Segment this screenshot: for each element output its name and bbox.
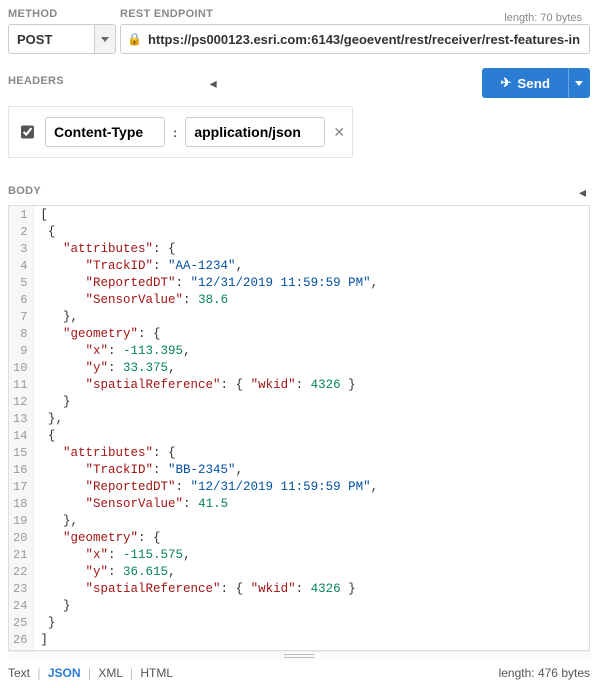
body-code[interactable]: [ { "attributes": { "TrackID": "AA-1234"… (40, 207, 583, 649)
endpoint-length-label: length: 70 bytes (504, 12, 582, 24)
format-tab-xml[interactable]: XML (98, 666, 122, 680)
headers-collapse-toggle[interactable]: ◂ (210, 75, 217, 92)
method-dropdown[interactable]: POST (8, 24, 116, 54)
format-tab-text[interactable]: Text (8, 666, 30, 680)
send-button[interactable]: ✈ Send (482, 68, 568, 98)
chevron-down-icon (575, 81, 583, 86)
format-separator: | (130, 666, 133, 680)
header-value-input[interactable] (185, 117, 325, 147)
format-tab-json[interactable]: JSON (48, 666, 81, 680)
body-collapse-toggle[interactable]: ◂ (579, 184, 586, 201)
endpoint-input[interactable]: 🔒 https://ps000123.esri.com:6143/geoeven… (120, 24, 590, 54)
header-colon: : (173, 125, 177, 140)
header-enabled-checkbox[interactable] (21, 125, 34, 139)
send-dropdown[interactable] (568, 68, 590, 98)
resize-handle[interactable] (284, 654, 314, 658)
format-separator: | (88, 666, 91, 680)
method-label: METHOD (8, 8, 116, 20)
method-value: POST (8, 24, 94, 54)
format-separator: | (37, 666, 40, 680)
body-length-label: length: 476 bytes (499, 666, 590, 680)
header-name-input[interactable] (45, 117, 165, 147)
header-row: : ✕ (8, 106, 353, 158)
send-icon: ✈ (500, 75, 511, 91)
lock-icon: 🔒 (127, 32, 142, 46)
editor-resize-footer (8, 651, 590, 660)
line-gutter: 1234567891011121314151617181920212223242… (9, 206, 34, 650)
body-label: BODY (8, 185, 41, 197)
body-editor[interactable]: 1234567891011121314151617181920212223242… (8, 205, 590, 651)
endpoint-url-text: https://ps000123.esri.com:6143/geoevent/… (148, 32, 580, 47)
chevron-down-icon (101, 37, 109, 42)
headers-label: HEADERS (8, 75, 64, 87)
send-button-label: Send (517, 76, 550, 91)
method-caret[interactable] (94, 24, 116, 54)
header-remove-button[interactable]: ✕ (333, 124, 345, 141)
format-tab-html[interactable]: HTML (140, 666, 173, 680)
